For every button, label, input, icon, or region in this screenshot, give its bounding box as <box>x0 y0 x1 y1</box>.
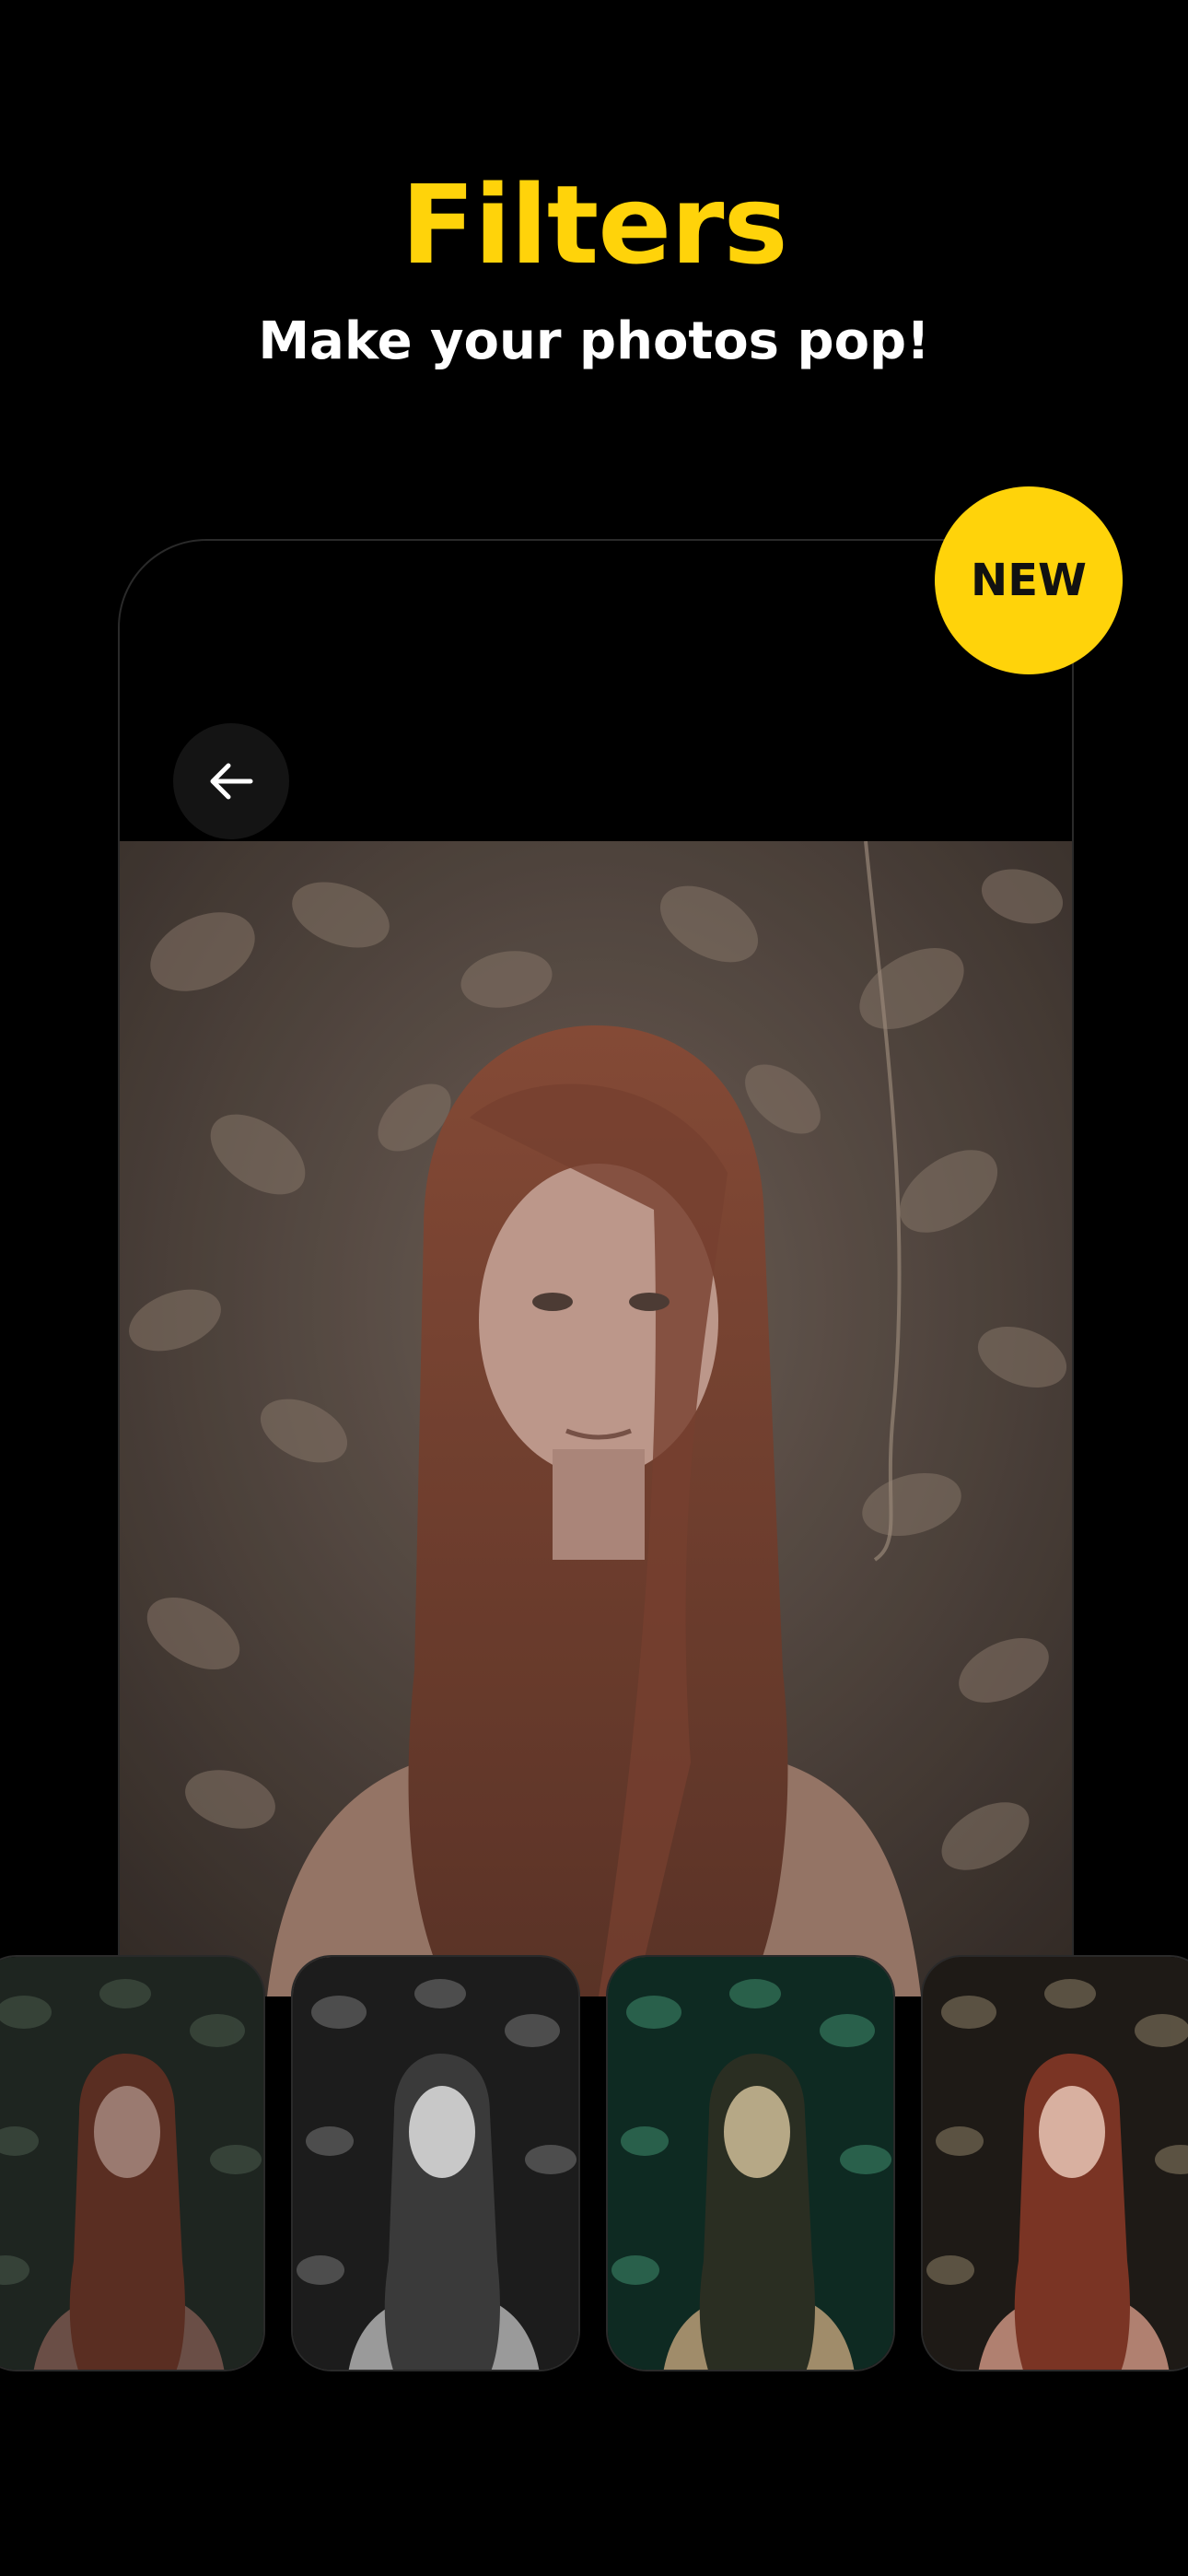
filter-thumbnail-black-and-white[interactable] <box>291 1955 580 2371</box>
filter-thumbnail-muted-green[interactable] <box>0 1955 265 2371</box>
page-subtitle: Make your photos pop! <box>258 311 930 371</box>
filter-thumbnail-warm-dark[interactable] <box>921 1955 1188 2371</box>
arrow-left-icon <box>210 763 253 800</box>
preview-photo <box>120 841 1072 1996</box>
phone-mockup <box>118 539 1074 1996</box>
back-button[interactable] <box>173 723 289 839</box>
filter-thumbnail-teal-vivid[interactable] <box>606 1955 895 2371</box>
new-badge: NEW <box>935 486 1123 674</box>
page-title: Filters <box>401 161 787 288</box>
